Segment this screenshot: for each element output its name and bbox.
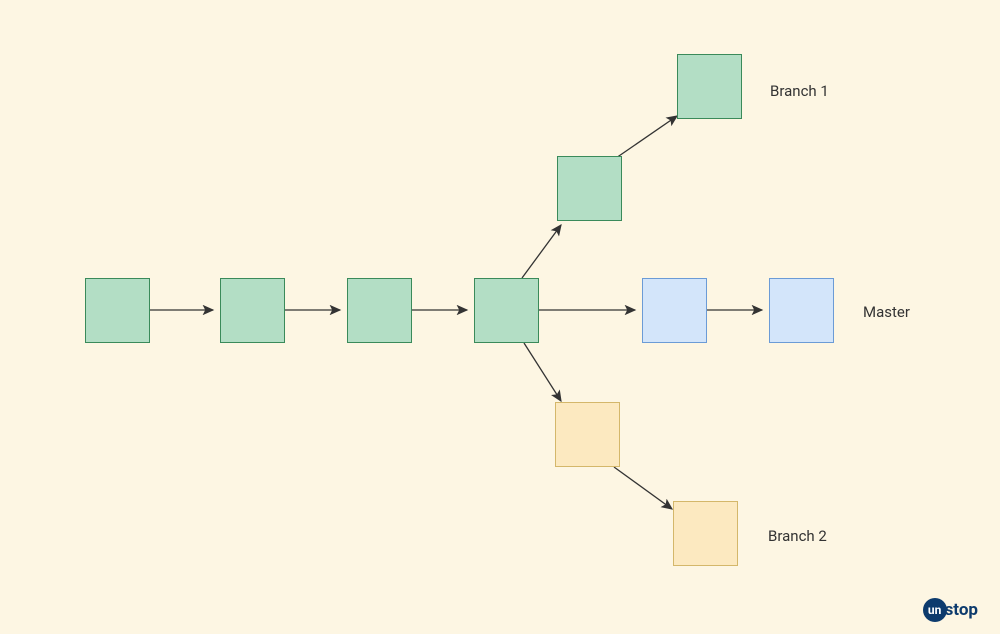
logo-text: stop: [945, 600, 978, 620]
commit-node-4-fork: [474, 278, 539, 343]
branch1-node-2: [677, 54, 742, 119]
commit-node-3: [347, 278, 412, 343]
arrow-n9-n10: [614, 467, 672, 509]
arrow-n7-n8: [616, 116, 677, 158]
unstop-logo: un stop: [923, 598, 978, 622]
diagram-canvas: Branch 1 Master Branch 2 un stop: [0, 0, 1000, 634]
commit-node-2: [220, 278, 285, 343]
branch2-node-2: [673, 501, 738, 566]
branch2-label: Branch 2: [768, 527, 827, 545]
commit-node-1: [85, 278, 150, 343]
master-node-1: [642, 278, 707, 343]
branch2-node-1: [555, 402, 620, 467]
branch1-label: Branch 1: [770, 82, 829, 100]
logo-circle-icon: un: [923, 598, 947, 622]
master-label: Master: [863, 303, 910, 321]
arrow-n4-n9: [524, 343, 561, 401]
arrow-n4-n7: [522, 225, 561, 278]
branch1-node-1: [557, 156, 622, 221]
master-node-2: [769, 278, 834, 343]
